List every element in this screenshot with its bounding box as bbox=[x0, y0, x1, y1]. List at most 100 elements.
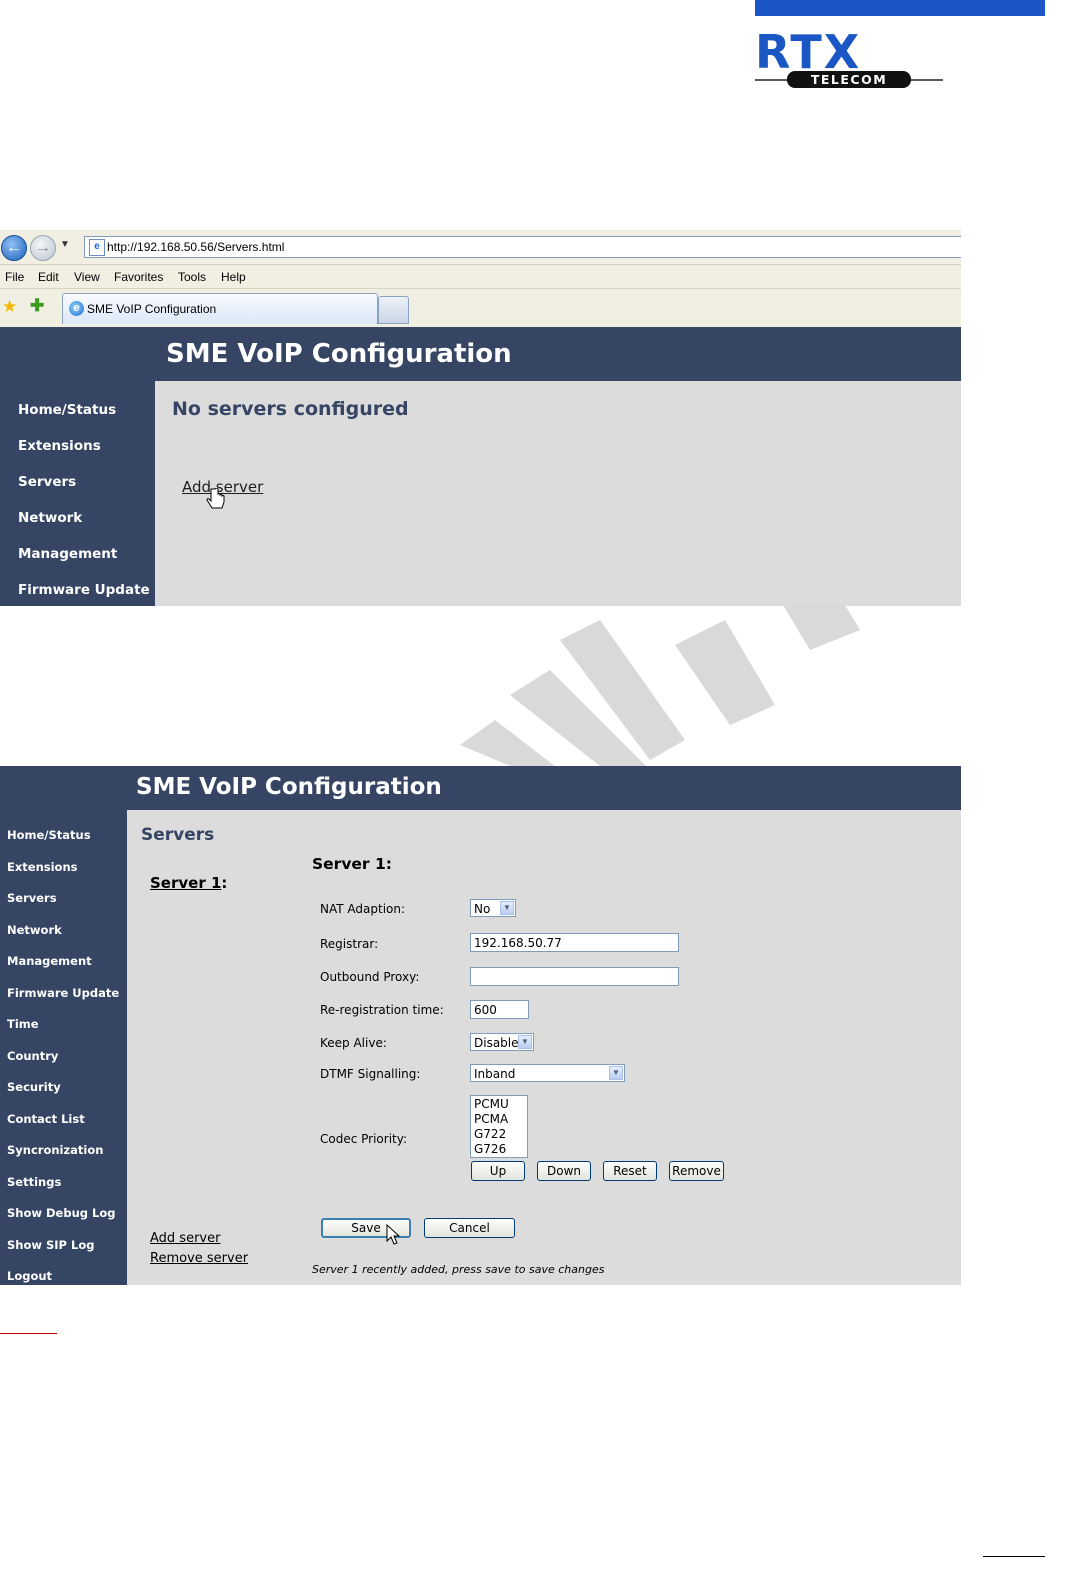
menu-edit[interactable]: Edit bbox=[38, 270, 59, 284]
add-server-link[interactable]: Add server bbox=[150, 1231, 220, 1246]
footer-divider bbox=[983, 1556, 1045, 1557]
browser-screenshot: ← → ▼ e http://192.168.50.56/Servers.htm… bbox=[0, 230, 961, 606]
dtmf-signalling-label: DTMF Signalling: bbox=[320, 1067, 421, 1081]
app-screenshot-2: SME VoIP Configuration Home/Status Exten… bbox=[0, 766, 961, 1285]
keep-alive-value: Disable bbox=[474, 1036, 519, 1050]
ie-icon: e bbox=[69, 301, 84, 316]
sidebar-item-management[interactable]: Management bbox=[18, 546, 117, 562]
arrow-cursor-icon bbox=[386, 1224, 400, 1245]
reregistration-time-value: 600 bbox=[474, 1003, 497, 1017]
sidebar-item-home-status[interactable]: Home/Status bbox=[7, 828, 91, 842]
arrow-right-icon: → bbox=[35, 239, 51, 256]
sidebar-item-management[interactable]: Management bbox=[7, 954, 92, 968]
outbound-proxy-label: Outbound Proxy: bbox=[320, 970, 420, 984]
app-header: SME VoIP Configuration bbox=[0, 766, 961, 810]
sidebar-item-extensions[interactable]: Extensions bbox=[18, 438, 101, 454]
status-message: Server 1 recently added, press save to s… bbox=[312, 1263, 605, 1276]
menu-favorites[interactable]: Favorites bbox=[114, 270, 163, 284]
menu-bar: File Edit View Favorites Tools Help bbox=[0, 266, 961, 289]
sidebar-item-servers[interactable]: Servers bbox=[18, 474, 76, 490]
sidebar-item-servers[interactable]: Servers bbox=[7, 891, 57, 905]
menu-help[interactable]: Help bbox=[221, 270, 246, 284]
form-title: Server 1: bbox=[312, 855, 392, 873]
chevron-down-icon: ▼ bbox=[518, 1035, 532, 1049]
sidebar-item-firmware-update[interactable]: Firmware Update bbox=[7, 986, 119, 1000]
new-tab-button[interactable] bbox=[378, 296, 409, 324]
registrar-label: Registrar: bbox=[320, 937, 379, 951]
server-name-colon: : bbox=[221, 874, 228, 892]
address-toolbar: ← → ▼ e http://192.168.50.56/Servers.htm… bbox=[0, 230, 961, 265]
nat-adaption-label: NAT Adaption: bbox=[320, 902, 406, 916]
menu-tools[interactable]: Tools bbox=[178, 270, 206, 284]
sidebar-item-network[interactable]: Network bbox=[18, 510, 82, 526]
codec-priority-list[interactable]: PCMU PCMA G722 G726 bbox=[470, 1095, 528, 1158]
sidebar-item-contact-list[interactable]: Contact List bbox=[7, 1112, 85, 1126]
codec-remove-button[interactable]: Remove bbox=[669, 1161, 724, 1181]
keep-alive-select[interactable]: Disable ▼ bbox=[470, 1033, 534, 1051]
app-header: SME VoIP Configuration bbox=[0, 327, 961, 381]
menu-view[interactable]: View bbox=[74, 270, 100, 284]
page-heading: No servers configured bbox=[172, 398, 409, 420]
address-bar[interactable]: e http://192.168.50.56/Servers.html bbox=[84, 236, 961, 258]
server-name[interactable]: Server 1 bbox=[150, 874, 221, 892]
favorites-star-icon[interactable]: ★ bbox=[2, 297, 17, 317]
sidebar-item-security[interactable]: Security bbox=[7, 1080, 61, 1094]
keep-alive-label: Keep Alive: bbox=[320, 1036, 387, 1050]
nat-adaption-select[interactable]: No ▼ bbox=[470, 899, 516, 917]
sidebar-item-extensions[interactable]: Extensions bbox=[7, 860, 77, 874]
rtx-telecom-logo: RTX TELECOM bbox=[755, 26, 943, 88]
outbound-proxy-input[interactable] bbox=[470, 967, 679, 986]
add-favorite-icon[interactable]: ✚ bbox=[30, 296, 44, 316]
codec-option[interactable]: PCMA bbox=[474, 1112, 508, 1127]
sidebar-item-settings[interactable]: Settings bbox=[7, 1175, 61, 1189]
sidebar-item-firmware-update[interactable]: Firmware Update bbox=[18, 582, 150, 598]
chevron-down-icon: ▼ bbox=[500, 901, 514, 915]
chevron-down-icon: ▼ bbox=[609, 1066, 623, 1080]
logo-accent-bar bbox=[755, 0, 1045, 16]
logo-subtext: TELECOM bbox=[811, 72, 887, 87]
history-dropdown-icon[interactable]: ▼ bbox=[60, 239, 70, 250]
url-text[interactable]: http://192.168.50.56/Servers.html bbox=[107, 240, 284, 254]
sidebar: Home/Status Extensions Servers Network M… bbox=[0, 381, 155, 606]
sidebar: Home/Status Extensions Servers Network M… bbox=[0, 810, 127, 1285]
codec-down-button[interactable]: Down bbox=[537, 1161, 591, 1181]
sidebar-item-network[interactable]: Network bbox=[7, 923, 62, 937]
app-window-1: SME VoIP Configuration Home/Status Exten… bbox=[0, 327, 961, 606]
server-1-link[interactable]: Server 1: bbox=[150, 874, 227, 892]
tab-bar: ★ ✚ e SME VoIP Configuration bbox=[0, 289, 961, 327]
registrar-input[interactable]: 192.168.50.77 bbox=[470, 933, 679, 952]
page-icon: e bbox=[89, 239, 105, 256]
arrow-left-icon: ← bbox=[6, 239, 22, 256]
app-title: SME VoIP Configuration bbox=[166, 339, 512, 369]
sidebar-item-logout[interactable]: Logout bbox=[7, 1269, 52, 1283]
menu-file[interactable]: File bbox=[5, 270, 24, 284]
codec-reset-button[interactable]: Reset bbox=[603, 1161, 657, 1181]
tab-sme-voip[interactable]: e SME VoIP Configuration bbox=[62, 293, 378, 324]
sidebar-item-show-debug-log[interactable]: Show Debug Log bbox=[7, 1206, 115, 1220]
hand-cursor-icon bbox=[206, 488, 225, 509]
sidebar-item-syncronization[interactable]: Syncronization bbox=[7, 1143, 103, 1157]
tab-label: SME VoIP Configuration bbox=[87, 302, 217, 316]
dtmf-signalling-value: Inband bbox=[474, 1067, 516, 1081]
sidebar-item-time[interactable]: Time bbox=[7, 1017, 39, 1031]
sidebar-item-show-sip-log[interactable]: Show SIP Log bbox=[7, 1238, 94, 1252]
reregistration-time-input[interactable]: 600 bbox=[470, 1000, 529, 1019]
reregistration-time-label: Re-registration time: bbox=[320, 1003, 444, 1017]
cancel-button[interactable]: Cancel bbox=[424, 1218, 515, 1238]
codec-option[interactable]: G726 bbox=[474, 1142, 506, 1157]
remove-server-link[interactable]: Remove server bbox=[150, 1251, 248, 1266]
divider bbox=[0, 1333, 57, 1334]
codec-option[interactable]: PCMU bbox=[474, 1097, 509, 1112]
app-title: SME VoIP Configuration bbox=[136, 774, 442, 800]
dtmf-signalling-select[interactable]: Inband ▼ bbox=[470, 1064, 625, 1082]
page-heading: Servers bbox=[141, 825, 215, 845]
codec-option[interactable]: G722 bbox=[474, 1127, 506, 1142]
forward-button[interactable]: → bbox=[30, 235, 56, 261]
nat-adaption-value: No bbox=[474, 902, 491, 916]
sidebar-item-home-status[interactable]: Home/Status bbox=[18, 402, 116, 418]
registrar-value: 192.168.50.77 bbox=[474, 936, 562, 950]
codec-up-button[interactable]: Up bbox=[471, 1161, 525, 1181]
back-button[interactable]: ← bbox=[1, 235, 27, 261]
codec-priority-label: Codec Priority: bbox=[320, 1132, 408, 1146]
sidebar-item-country[interactable]: Country bbox=[7, 1049, 58, 1063]
